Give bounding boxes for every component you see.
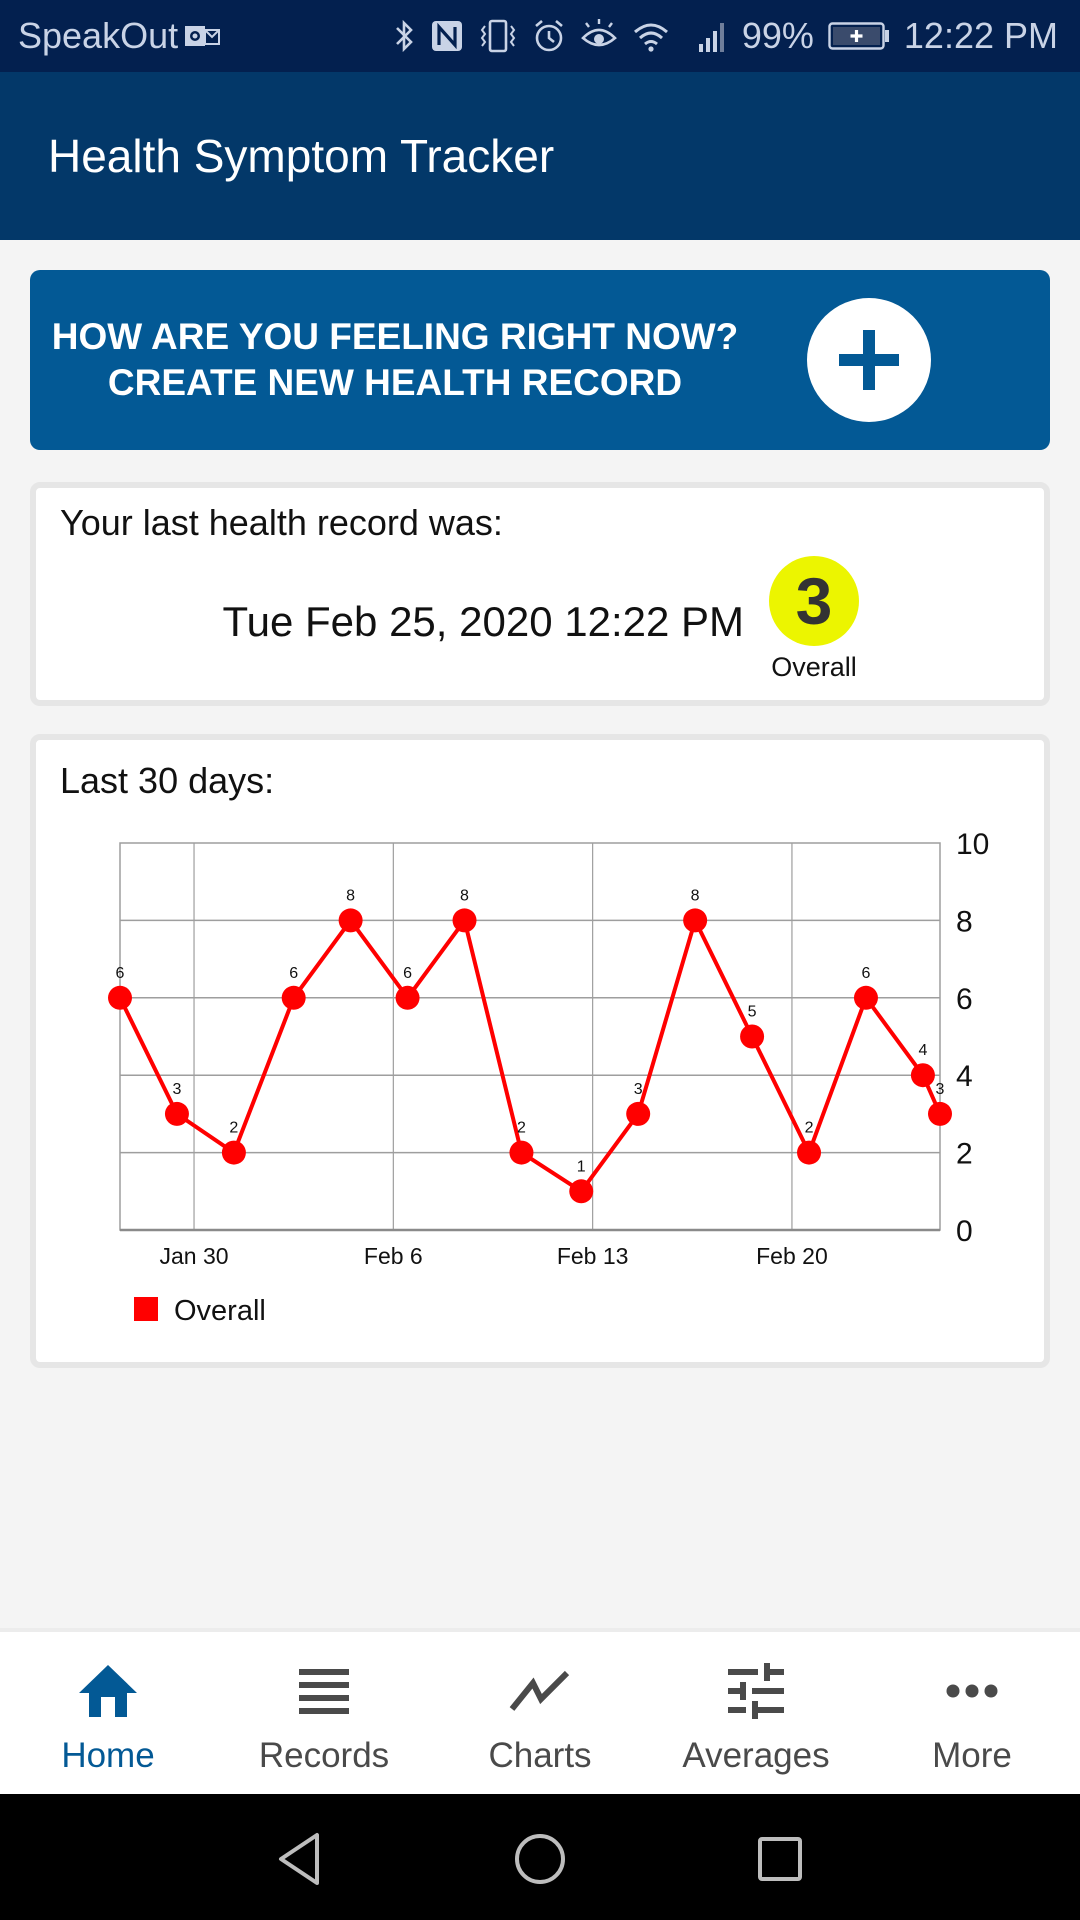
- data-label: 3: [634, 1081, 643, 1098]
- y-tick-label: 0: [956, 1215, 973, 1248]
- home-icon: [79, 1665, 137, 1717]
- nav-records-label: Records: [258, 1736, 390, 1775]
- data-label: 6: [289, 965, 298, 982]
- nav-home-label: Home: [61, 1736, 155, 1775]
- data-point: [569, 1179, 594, 1204]
- data-point: [740, 1024, 765, 1049]
- chart-legend: Overall: [134, 1295, 266, 1327]
- y-axis-labels: 0 2 4 6 8 10: [956, 828, 989, 1248]
- data-label: 8: [691, 887, 700, 904]
- nav-charts[interactable]: Charts: [432, 1632, 648, 1794]
- data-label: 2: [805, 1120, 814, 1137]
- nav-averages[interactable]: Averages: [648, 1632, 864, 1794]
- data-point: [928, 1101, 952, 1126]
- data-label: 4: [918, 1042, 927, 1059]
- nav-records[interactable]: Records: [216, 1632, 432, 1794]
- sliders-icon: [728, 1663, 784, 1719]
- chart-line-icon: [509, 1670, 570, 1711]
- x-tick-label: Feb 6: [364, 1243, 423, 1269]
- nav-averages-label: Averages: [682, 1736, 830, 1775]
- y-tick-label: 2: [956, 1138, 973, 1171]
- home-circle-icon: [515, 1834, 565, 1884]
- chart-grid: [119, 842, 941, 1232]
- data-label: 2: [517, 1120, 526, 1137]
- data-label: 3: [936, 1081, 945, 1098]
- data-point: [910, 1063, 935, 1088]
- data-label: 6: [116, 965, 125, 982]
- system-recents-button[interactable]: [745, 1824, 815, 1894]
- legend-swatch: [134, 1297, 158, 1321]
- nav-more-label: More: [932, 1736, 1012, 1775]
- more-icon: [946, 1684, 998, 1698]
- bottom-navigation: Home Records Charts Averages More: [0, 1628, 1080, 1794]
- nav-charts-label: Charts: [488, 1736, 592, 1775]
- y-tick-label: 8: [956, 905, 973, 938]
- data-point: [683, 908, 708, 933]
- legend-label: Overall: [174, 1295, 266, 1327]
- data-point: [221, 1140, 246, 1165]
- data-label: 8: [346, 887, 355, 904]
- x-tick-label: Feb 20: [756, 1243, 828, 1269]
- data-point: [108, 985, 132, 1010]
- list-icon: [299, 1669, 349, 1714]
- recents-square-icon: [758, 1837, 802, 1881]
- system-navigation-bar: [0, 1794, 1080, 1920]
- data-label: 5: [748, 1004, 757, 1021]
- x-axis-labels: Jan 30 Feb 6 Feb 13 Feb 20: [159, 1243, 827, 1269]
- data-label: 2: [229, 1120, 238, 1137]
- nav-more[interactable]: More: [864, 1632, 1080, 1794]
- data-point: [338, 908, 363, 933]
- last-30-days-card: Last 30 days: Jan 30 Feb 6 Feb 13 Feb 20 02…: [30, 734, 1050, 1368]
- data-point: [164, 1101, 189, 1126]
- data-point: [281, 985, 306, 1010]
- plot-frame: [119, 842, 941, 1231]
- y-tick-label: 6: [956, 983, 973, 1016]
- data-label: 6: [403, 965, 412, 982]
- x-tick-label: Feb 13: [557, 1243, 629, 1269]
- y-tick-label: 4: [956, 1060, 973, 1093]
- nav-home[interactable]: Home: [0, 1632, 216, 1794]
- data-label: 8: [460, 887, 469, 904]
- data-point: [853, 985, 878, 1010]
- data-label: 1: [577, 1158, 586, 1175]
- data-label: 3: [172, 1081, 181, 1098]
- data-point: [626, 1101, 651, 1126]
- data-point: [395, 985, 420, 1010]
- data-point: [452, 908, 477, 933]
- y-tick-label: 10: [956, 828, 989, 861]
- x-tick-label: Jan 30: [159, 1243, 228, 1269]
- data-point: [509, 1140, 534, 1165]
- system-home-button[interactable]: [505, 1824, 575, 1894]
- back-triangle-icon: [279, 1833, 319, 1885]
- data-point: [797, 1140, 822, 1165]
- data-label: 6: [862, 965, 871, 982]
- system-back-button[interactable]: [265, 1824, 335, 1894]
